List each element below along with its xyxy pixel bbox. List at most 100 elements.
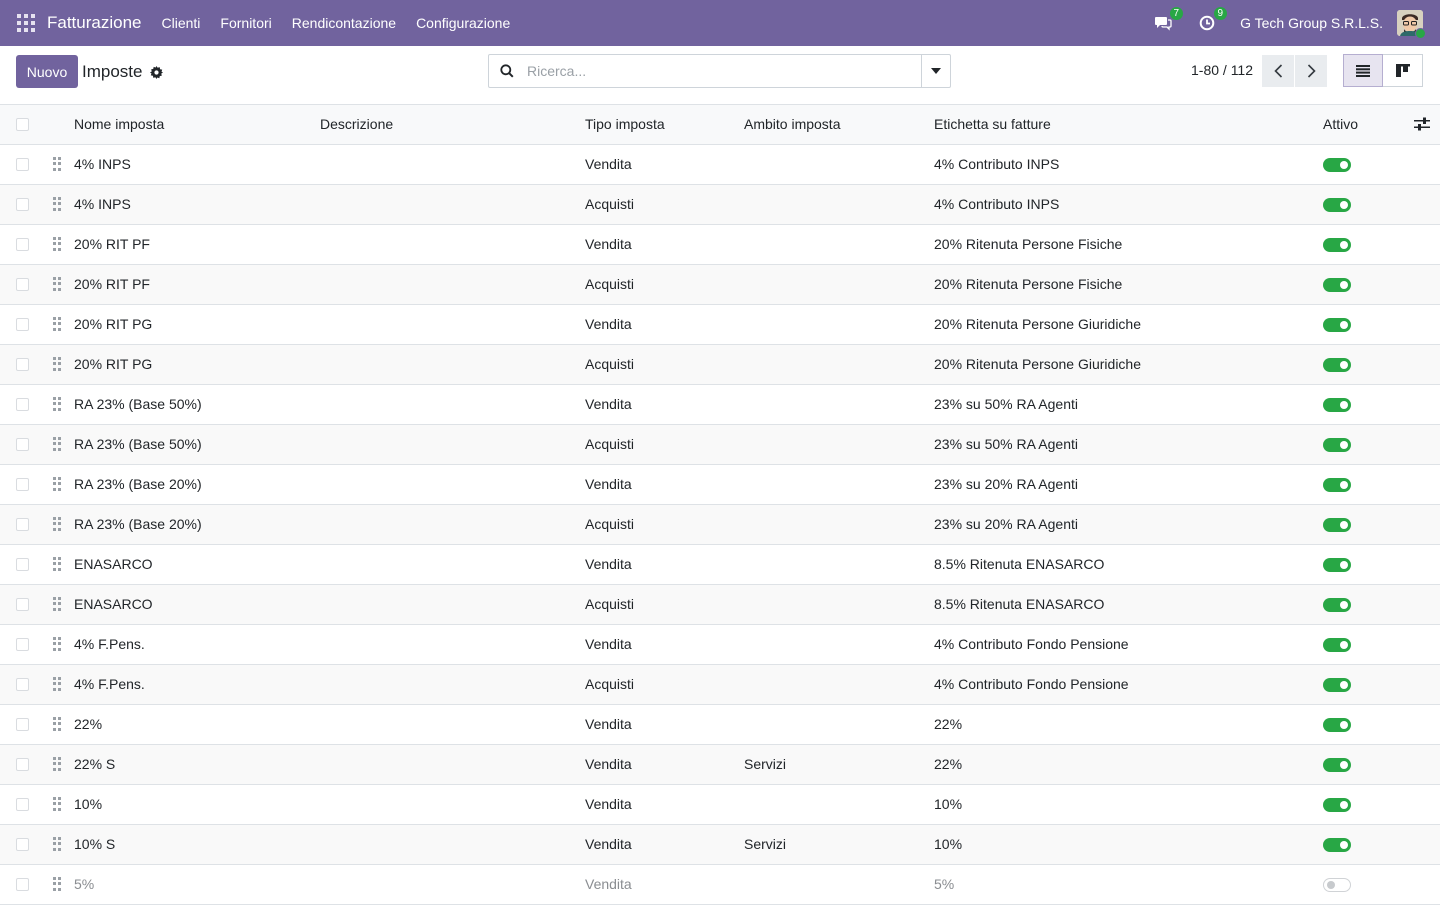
tax-type-cell[interactable]: Vendita: [585, 745, 632, 784]
tax-name-cell[interactable]: 10%: [74, 785, 102, 824]
invoice-label-cell[interactable]: 5%: [934, 865, 954, 904]
tax-scope-cell[interactable]: Servizi: [744, 825, 786, 864]
tax-type-cell[interactable]: Vendita: [585, 705, 632, 744]
apps-menu-icon[interactable]: [17, 14, 35, 32]
tax-type-cell[interactable]: Acquisti: [585, 185, 634, 224]
active-toggle[interactable]: [1323, 518, 1351, 532]
menu-item-rendicontazione[interactable]: Rendicontazione: [292, 15, 396, 31]
tax-type-cell[interactable]: Acquisti: [585, 665, 634, 704]
active-toggle[interactable]: [1323, 358, 1351, 372]
tax-name-cell[interactable]: 20% RIT PG: [74, 305, 152, 344]
active-toggle[interactable]: [1323, 278, 1351, 292]
invoice-label-cell[interactable]: 23% su 50% RA Agenti: [934, 385, 1078, 424]
tax-name-cell[interactable]: 20% RIT PG: [74, 345, 152, 384]
column-header-invoice-label[interactable]: Etichetta su fatture: [934, 105, 1051, 144]
pager-value[interactable]: 1-80 / 112: [1191, 62, 1253, 78]
tax-type-cell[interactable]: Vendita: [585, 825, 632, 864]
table-row[interactable]: ENASARCO Acquisti 8.5% Ritenuta ENASARCO: [0, 585, 1440, 625]
active-toggle[interactable]: [1323, 678, 1351, 692]
tax-name-cell[interactable]: 4% INPS: [74, 145, 131, 184]
active-toggle[interactable]: [1323, 718, 1351, 732]
tax-name-cell[interactable]: ENASARCO: [74, 545, 153, 584]
row-checkbox[interactable]: [16, 198, 29, 211]
invoice-label-cell[interactable]: 22%: [934, 705, 962, 744]
table-row[interactable]: 20% RIT PG Vendita 20% Ritenuta Persone Gi…: [0, 305, 1440, 345]
table-row[interactable]: 10% Vendita 10%: [0, 785, 1440, 825]
row-checkbox[interactable]: [16, 478, 29, 491]
menu-item-configurazione[interactable]: Configurazione: [416, 15, 510, 31]
row-checkbox[interactable]: [16, 438, 29, 451]
tax-name-cell[interactable]: 20% RIT PF: [74, 225, 150, 264]
app-title[interactable]: Fatturazione: [47, 13, 142, 33]
company-switcher[interactable]: G Tech Group S.R.L.S.: [1240, 15, 1383, 31]
tax-name-cell[interactable]: RA 23% (Base 50%): [74, 425, 202, 464]
tax-name-cell[interactable]: 22%: [74, 705, 102, 744]
next-page-button[interactable]: [1295, 55, 1327, 87]
drag-handle-icon[interactable]: [53, 717, 63, 731]
tax-name-cell[interactable]: 4% F.Pens.: [74, 625, 145, 664]
invoice-label-cell[interactable]: 20% Ritenuta Persone Giuridiche: [934, 345, 1141, 384]
active-toggle[interactable]: [1323, 238, 1351, 252]
row-checkbox[interactable]: [16, 798, 29, 811]
tax-type-cell[interactable]: Vendita: [585, 225, 632, 264]
messages-button[interactable]: 7: [1152, 7, 1184, 34]
column-header-description[interactable]: Descrizione: [320, 105, 393, 144]
row-checkbox[interactable]: [16, 398, 29, 411]
tax-type-cell[interactable]: Acquisti: [585, 425, 634, 464]
row-checkbox[interactable]: [16, 158, 29, 171]
invoice-label-cell[interactable]: 4% Contributo INPS: [934, 185, 1059, 224]
drag-handle-icon[interactable]: [53, 637, 63, 651]
drag-handle-icon[interactable]: [53, 757, 63, 771]
table-row[interactable]: RA 23% (Base 50%) Vendita 23% su 50% RA Ag…: [0, 385, 1440, 425]
drag-handle-icon[interactable]: [53, 277, 63, 291]
column-header-active[interactable]: Attivo: [1323, 105, 1358, 144]
active-toggle[interactable]: [1323, 798, 1351, 812]
user-avatar[interactable]: [1397, 10, 1426, 39]
menu-item-clienti[interactable]: Clienti: [162, 15, 201, 31]
drag-handle-icon[interactable]: [53, 437, 63, 451]
menu-item-fornitori[interactable]: Fornitori: [220, 15, 271, 31]
drag-handle-icon[interactable]: [53, 317, 63, 331]
activities-button[interactable]: 9: [1196, 7, 1228, 34]
table-row[interactable]: 22% Vendita 22%: [0, 705, 1440, 745]
table-row[interactable]: 20% RIT PF Acquisti 20% Ritenuta Persone F…: [0, 265, 1440, 305]
active-toggle[interactable]: [1323, 158, 1351, 172]
active-toggle[interactable]: [1323, 398, 1351, 412]
tax-name-cell[interactable]: RA 23% (Base 50%): [74, 385, 202, 424]
tax-type-cell[interactable]: Vendita: [585, 545, 632, 584]
tax-name-cell[interactable]: 5%: [74, 865, 94, 904]
table-row[interactable]: 10% S Vendita Servizi 10%: [0, 825, 1440, 865]
invoice-label-cell[interactable]: 4% Contributo Fondo Pensione: [934, 665, 1129, 704]
table-row[interactable]: 20% RIT PF Vendita 20% Ritenuta Persone Fi…: [0, 225, 1440, 265]
invoice-label-cell[interactable]: 4% Contributo Fondo Pensione: [934, 625, 1129, 664]
invoice-label-cell[interactable]: 20% Ritenuta Persone Fisiche: [934, 265, 1122, 304]
tax-type-cell[interactable]: Acquisti: [585, 345, 634, 384]
tax-type-cell[interactable]: Vendita: [585, 145, 632, 184]
drag-handle-icon[interactable]: [53, 797, 63, 811]
invoice-label-cell[interactable]: 8.5% Ritenuta ENASARCO: [934, 545, 1104, 584]
active-toggle[interactable]: [1323, 878, 1351, 892]
gear-icon[interactable]: [150, 65, 164, 79]
new-button[interactable]: Nuovo: [16, 55, 78, 88]
list-view-button[interactable]: [1343, 54, 1383, 87]
invoice-label-cell[interactable]: 23% su 50% RA Agenti: [934, 425, 1078, 464]
drag-handle-icon[interactable]: [53, 237, 63, 251]
row-checkbox[interactable]: [16, 278, 29, 291]
tax-name-cell[interactable]: 20% RIT PF: [74, 265, 150, 304]
tax-type-cell[interactable]: Vendita: [585, 465, 632, 504]
optional-columns-icon[interactable]: [1414, 117, 1430, 134]
row-checkbox[interactable]: [16, 318, 29, 331]
invoice-label-cell[interactable]: 23% su 20% RA Agenti: [934, 505, 1078, 544]
column-header-name[interactable]: Nome imposta: [74, 105, 164, 144]
search-input[interactable]: [525, 55, 921, 87]
drag-handle-icon[interactable]: [53, 357, 63, 371]
drag-handle-icon[interactable]: [53, 597, 63, 611]
table-row[interactable]: RA 23% (Base 20%) Acquisti 23% su 20% RA A…: [0, 505, 1440, 545]
active-toggle[interactable]: [1323, 198, 1351, 212]
active-toggle[interactable]: [1323, 318, 1351, 332]
table-row[interactable]: 22% S Vendita Servizi 22%: [0, 745, 1440, 785]
table-row[interactable]: 4% F.Pens. Acquisti 4% Contributo Fondo Pe…: [0, 665, 1440, 705]
tax-type-cell[interactable]: Vendita: [585, 785, 632, 824]
tax-name-cell[interactable]: 22% S: [74, 745, 115, 784]
table-row[interactable]: RA 23% (Base 20%) Vendita 23% su 20% RA Ag…: [0, 465, 1440, 505]
